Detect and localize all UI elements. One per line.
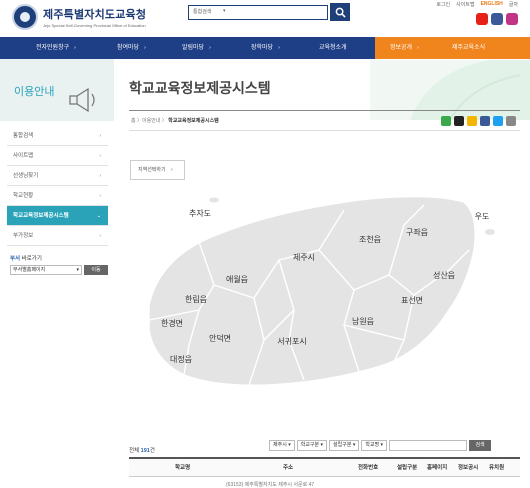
column-header[interactable]: 주소 bbox=[283, 459, 293, 477]
search-scope-select[interactable]: 통합검색 bbox=[193, 8, 211, 15]
map-label: 우도 bbox=[475, 212, 490, 221]
share-naver-icon[interactable] bbox=[441, 116, 451, 126]
divider bbox=[129, 110, 520, 111]
map-label: 서귀포시 bbox=[277, 336, 306, 346]
breadcrumb: 홈 〉이용안내 〉 학교교육정보제공시스템 bbox=[131, 118, 219, 124]
youtube-icon[interactable] bbox=[476, 13, 488, 25]
decor-banner bbox=[370, 60, 530, 121]
table-row[interactable]: (63153) 제주특별자치도 제주시 서문로 47 bbox=[226, 481, 314, 488]
filter-school-type-select[interactable]: 학교구분 ▾ bbox=[296, 440, 328, 451]
share-kakaostory-icon[interactable] bbox=[467, 116, 477, 126]
share-twitter-icon[interactable] bbox=[493, 116, 503, 126]
main-nav: 전자민원창구 › 참여마당 › 알림마당 › 장학마당 › 교육청소개 정보공개 › 제주… bbox=[0, 37, 530, 59]
nav-item-civil[interactable]: 전자민원창구 › bbox=[36, 37, 76, 59]
nav-item-participate[interactable]: 참여마당 › bbox=[117, 37, 146, 59]
map-label: 제주시 bbox=[293, 253, 315, 262]
filter-bar: 제주시 ▾ 학교구분 ▾ 설립구분 ▾ 학교명 ▾ 검색 bbox=[269, 440, 492, 451]
filter-field-select[interactable]: 학교명 ▾ bbox=[361, 440, 388, 451]
logo[interactable]: 제주특별자치도교육청 Jeju Special Self-Governing P… bbox=[12, 4, 146, 30]
filter-founding-select[interactable]: 설립구분 ▾ bbox=[329, 440, 360, 451]
print-icon[interactable] bbox=[506, 116, 516, 126]
map-label: 대정읍 bbox=[170, 354, 192, 364]
utility-links: 로그인 사이트맵 ENGLISH 글자 bbox=[436, 1, 518, 8]
region-select[interactable]: 지역선택하기 › bbox=[130, 160, 185, 180]
font-size-link[interactable]: 글자 bbox=[509, 1, 518, 8]
sidebar-menu: 통합검색 › 사이트맵 › 선생님찾기 › 학교현황 › 학교교육정보제공시스템 ⌄ 부가… bbox=[7, 126, 108, 246]
nav-item-scholarship[interactable]: 장학마당 › bbox=[251, 37, 280, 59]
page-title: 학교교육정보제공시스템 bbox=[129, 80, 271, 96]
map-label: 성산읍 bbox=[433, 270, 455, 280]
column-header[interactable]: 전화번호 bbox=[358, 459, 378, 477]
go-button[interactable]: 이동 bbox=[84, 265, 108, 275]
column-header[interactable]: 학교명 bbox=[175, 459, 190, 477]
site-title: 제주특별자치도교육청 bbox=[43, 9, 147, 21]
map-label: 표선면 bbox=[401, 295, 423, 305]
udo-island bbox=[485, 229, 495, 235]
caret-right-icon: › bbox=[171, 167, 173, 173]
result-count: 전체 191건 bbox=[129, 448, 155, 454]
sidebar-item-search[interactable]: 통합검색 › bbox=[7, 126, 108, 146]
map-label: 애월읍 bbox=[226, 274, 248, 284]
quick-link: 부서 바로가기 부서별홈페이지 ▾ 이동 bbox=[10, 254, 108, 275]
map-label: 구좌읍 bbox=[406, 228, 428, 237]
jeju-map: 추자도 우도 조천읍 구좌읍 제주시 애월읍 성산읍 한림읍 표선면 남원읍 한… bbox=[129, 190, 520, 410]
sns-links bbox=[476, 13, 518, 25]
header: 제주특별자치도교육청 Jeju Special Self-Governing P… bbox=[0, 0, 530, 36]
share-facebook-icon[interactable] bbox=[480, 116, 490, 126]
search-icon bbox=[335, 7, 346, 18]
share-buttons bbox=[441, 116, 516, 126]
nav-item-disclosure[interactable]: 정보공개 › bbox=[390, 37, 419, 59]
map-label: 한경면 bbox=[161, 318, 183, 328]
map-label: 안덕면 bbox=[209, 333, 231, 343]
search-button[interactable] bbox=[330, 3, 350, 21]
nav-item-about[interactable]: 교육청소개 bbox=[319, 37, 347, 59]
leaf-decor-icon bbox=[410, 60, 530, 121]
chujado-island bbox=[209, 197, 219, 203]
chevron-right-icon: › bbox=[99, 193, 101, 199]
column-header[interactable]: 홈페이지 bbox=[427, 459, 447, 477]
sidebar-item-teacher[interactable]: 선생님찾기 › bbox=[7, 166, 108, 186]
chevron-right-icon: › bbox=[99, 173, 101, 179]
chevron-right-icon: › bbox=[99, 133, 101, 139]
region-map: 추자도 우도 조천읍 구좌읍 제주시 애월읍 성산읍 한림읍 표선면 남원읍 한… bbox=[148, 195, 495, 387]
column-header[interactable]: 정보공시 bbox=[458, 459, 478, 477]
facebook-icon[interactable] bbox=[491, 13, 503, 25]
divider bbox=[129, 130, 520, 131]
school-search-input[interactable] bbox=[389, 440, 468, 451]
quick-link-title: 부서 바로가기 bbox=[10, 256, 42, 262]
login-link[interactable]: 로그인 bbox=[436, 1, 450, 8]
map-label: 한림읍 bbox=[185, 294, 207, 304]
filter-city-select[interactable]: 제주시 ▾ bbox=[269, 440, 295, 451]
english-link[interactable]: ENGLISH bbox=[481, 1, 503, 8]
map-label: 추자도 bbox=[189, 209, 211, 218]
island-shape bbox=[148, 195, 476, 387]
emblem-icon bbox=[12, 4, 38, 30]
caret-down-icon: ▾ bbox=[76, 267, 79, 273]
chevron-down-icon: ⌄ bbox=[96, 213, 101, 219]
sidebar-item-sitemap[interactable]: 사이트맵 › bbox=[7, 146, 108, 166]
chevron-right-icon: › bbox=[99, 153, 101, 159]
sidebar-item-school-status[interactable]: 학교현황 › bbox=[7, 186, 108, 206]
site-subtitle: Jeju Special Self-Governing Provincial O… bbox=[43, 23, 146, 28]
nav-item-news[interactable]: 제주교육소식 bbox=[452, 37, 485, 59]
instagram-icon[interactable] bbox=[506, 13, 518, 25]
sidebar-title: 이용안내 bbox=[14, 86, 55, 98]
megaphone-icon bbox=[69, 87, 95, 113]
sidebar-item-school-info[interactable]: 학교교육정보제공시스템 ⌄ bbox=[7, 206, 108, 226]
column-header[interactable]: 유치원 bbox=[489, 459, 504, 477]
map-label: 조천읍 bbox=[359, 234, 381, 244]
sidebar-item-extra[interactable]: 부가정보 › bbox=[7, 226, 108, 246]
search-input[interactable]: 통합검색 ▾ bbox=[188, 5, 328, 20]
share-kakao-icon[interactable] bbox=[454, 116, 464, 126]
sitemap-link[interactable]: 사이트맵 bbox=[456, 1, 474, 8]
table-header: 학교명 주소 전화번호 설립구분 홈페이지 정보공시 유치원 bbox=[129, 457, 520, 477]
school-search-button[interactable]: 검색 bbox=[469, 440, 492, 451]
column-header[interactable]: 설립구분 bbox=[397, 459, 417, 477]
caret-down-icon: ▾ bbox=[223, 8, 226, 14]
department-select[interactable]: 부서별홈페이지 ▾ bbox=[10, 265, 82, 275]
map-label: 남원읍 bbox=[352, 317, 374, 326]
nav-item-notice[interactable]: 알림마당 › bbox=[182, 37, 211, 59]
chevron-right-icon: › bbox=[99, 233, 101, 239]
